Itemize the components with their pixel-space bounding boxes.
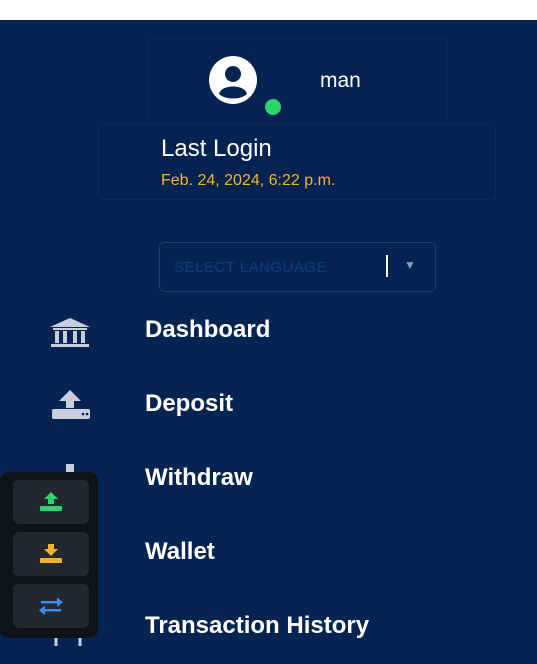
language-select-placeholder: SELECT LANGUAGE: [174, 259, 328, 276]
sidebar-item-dashboard[interactable]: Dashboard: [0, 304, 537, 364]
quick-action-panel: [0, 472, 98, 638]
username: man: [320, 69, 361, 92]
sidebar-item-label: Withdraw: [145, 464, 253, 491]
sidebar-item-deposit[interactable]: Deposit: [0, 378, 537, 438]
sidebar: man Last Login Feb. 24, 2024, 6:22 p.m. …: [0, 20, 537, 664]
deposit-icon: [40, 492, 62, 511]
online-status-dot: [265, 99, 281, 115]
transfer-arrows-icon: [39, 597, 63, 615]
top-strip: [0, 0, 537, 20]
withdraw-icon: [40, 544, 62, 563]
language-select-separator: [386, 255, 388, 277]
last-login-date: Feb. 24, 2024, 6:22 p.m.: [161, 172, 336, 189]
quick-withdraw-button[interactable]: [13, 532, 89, 576]
last-login-card: Last Login Feb. 24, 2024, 6:22 p.m.: [98, 124, 496, 200]
upload-tray-icon: [46, 388, 94, 424]
language-select[interactable]: SELECT LANGUAGE ▼: [159, 242, 436, 292]
chevron-down-icon[interactable]: ▼: [404, 258, 416, 272]
sidebar-item-label: Wallet: [145, 538, 215, 565]
bank-icon: [46, 314, 94, 350]
last-login-label: Last Login: [161, 135, 272, 162]
avatar: [208, 55, 258, 105]
sidebar-item-label: Deposit: [145, 390, 234, 417]
sidebar-item-label: Transaction History: [145, 612, 370, 639]
quick-transfer-button[interactable]: [13, 584, 89, 628]
quick-deposit-button[interactable]: [13, 480, 89, 524]
sidebar-item-label: Dashboard: [145, 316, 271, 343]
user-avatar-icon: [209, 56, 257, 104]
user-profile-card[interactable]: man: [147, 38, 447, 126]
